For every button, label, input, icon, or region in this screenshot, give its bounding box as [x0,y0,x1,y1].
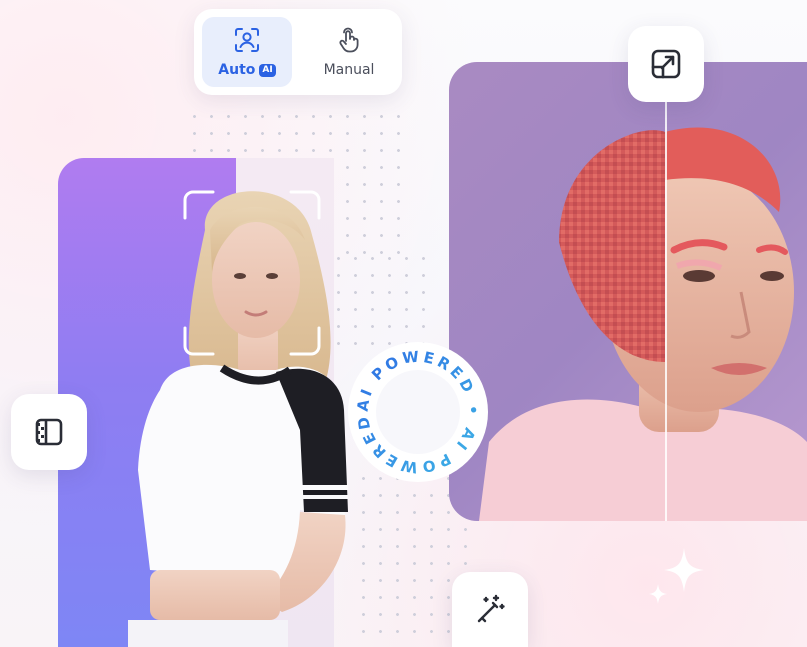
manual-mode-label: Manual [323,62,375,78]
sparkle-icon [649,548,704,604]
face-detect-frame [183,190,321,356]
comparison-image [449,62,807,521]
expand-arrow-icon [651,49,681,79]
ai-powered-badge: AI POWERED • AI POWERED • [346,340,488,482]
manual-mode-button[interactable]: Manual [304,17,394,87]
expand-button[interactable] [628,26,704,102]
auto-mode-label: Auto [218,62,256,78]
dot-grid-mid [330,250,430,350]
mode-toggle: Auto AI Manual [194,9,402,95]
auto-mode-button[interactable]: Auto AI [202,17,292,87]
split-compare-icon [35,418,63,446]
compare-divider[interactable] [665,62,667,521]
ai-badge: AI [259,63,276,77]
enhance-button[interactable] [452,572,528,647]
portrait-figure-2 [479,127,807,521]
hand-pointer-icon [339,27,359,53]
magic-wand-icon [477,594,505,622]
compare-button[interactable] [11,394,87,470]
face-scan-icon [235,28,259,52]
